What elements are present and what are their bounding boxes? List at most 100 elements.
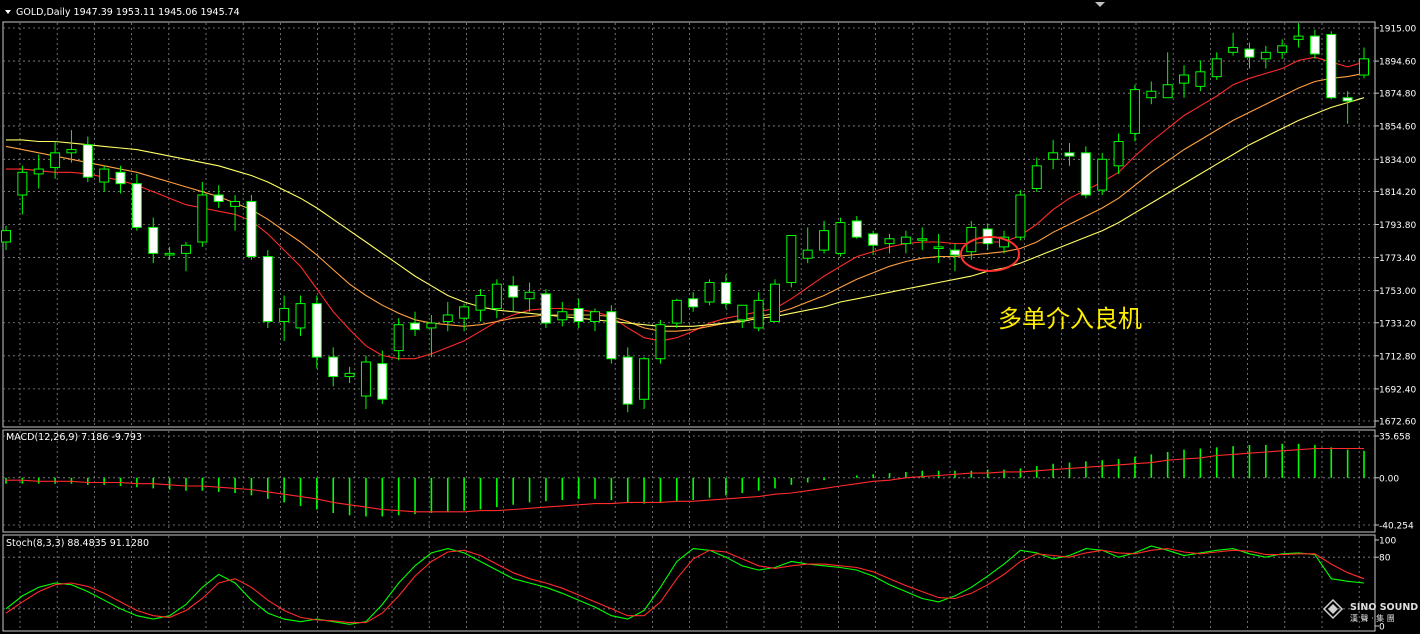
candle-body-bearish [1342,97,1353,102]
candlestick [769,279,780,322]
candle-body-bearish [949,249,960,256]
candle-body-bullish [442,314,453,322]
candle-body-bullish [819,230,830,251]
candle-body-bullish [180,244,191,254]
candle-body-bullish [279,307,290,322]
candle-body-bullish [1228,46,1239,53]
candle-body-bullish [230,200,241,207]
candle-body-bullish [1015,194,1026,238]
macd-header-text: MACD(12,26,9) 7.186 -9.793 [6,432,142,443]
candlestick [1129,84,1140,142]
candle-body-bearish [246,200,257,258]
tick-label: 1874.80 [1379,90,1416,100]
candlestick [1097,152,1108,195]
candle-body-bullish [50,152,61,168]
candlestick [262,250,273,328]
tick-label: 80 [1379,554,1391,564]
candle-body-bearish [720,282,731,305]
candle-body-bullish [1113,140,1124,167]
trading-chart[interactable]: 1915.00 1894.60 1874.80 1854.60 1834.00 1814.… [0,0,1420,634]
candle-body-bullish [33,168,44,175]
candle-body-bullish [1260,51,1271,60]
candle-body-bullish [344,372,355,378]
candle-body-bullish [1293,35,1304,40]
candle-body-bullish [1031,165,1042,190]
candle-body-bullish [900,236,911,245]
candle-body-bearish [1244,48,1255,58]
candle-body-bullish [671,299,682,324]
candle-body-bullish [769,283,780,322]
watermark-line1: SINO SOUND [1350,602,1418,613]
candle-body-bullish [99,168,110,183]
price-header[interactable]: GOLD,Daily 1947.39 1953.11 1945.06 1945.… [5,7,240,18]
chart-background [0,0,1420,634]
tick-label: 1834.00 [1379,156,1416,166]
candle-body-bullish [802,249,813,259]
watermark-line2: 漢 聲 · 集 團 [1350,613,1395,623]
candle-body-bullish [704,282,715,303]
candle-body-bearish [148,226,159,254]
candle-body-bullish [1277,45,1288,53]
candle-body-bullish [1211,58,1222,78]
price-header-text: GOLD,Daily 1947.39 1953.11 1945.06 1945.… [16,7,240,18]
tick-label: 35.658 [1379,433,1411,443]
candle-body-bearish [868,233,879,246]
candle-body-bullish [426,322,437,329]
candle-body-bearish [508,285,519,298]
candle-body-bullish [933,246,944,249]
candle-body-bullish [1048,152,1059,160]
candlestick [835,217,846,257]
candle-body-bullish [786,235,797,284]
candle-body-bullish [557,311,568,321]
candle-body-bullish [753,299,764,329]
candle-body-bullish [590,311,601,322]
tick-label: 1915.00 [1379,25,1416,35]
candle-body-bearish [131,183,142,228]
tick-label: 100 [1379,537,1396,547]
candle-body-bearish [328,356,339,378]
candle-body-bearish [82,144,93,178]
tick-label: 0 [1379,623,1385,633]
candle-body-bullish [835,222,846,254]
candle-body-bullish [393,324,404,352]
candle-body-bearish [410,322,421,331]
candlestick [704,279,715,306]
candlestick [786,235,797,288]
candle-body-bearish [311,303,322,358]
candle-body-bullish [1162,84,1173,99]
candle-body-bullish [491,283,502,309]
candle-body-bearish [540,293,551,324]
tick-label: 1793.80 [1379,221,1416,231]
candle-body-bearish [213,194,224,202]
candle-body-bullish [360,361,371,397]
candle-body-bullish [1359,58,1369,76]
candle-body-bullish [917,238,928,241]
candle-body-bearish [573,307,584,322]
candle-body-bullish [1146,90,1157,99]
candle-body-bullish [524,291,535,300]
candle-body-bullish [1097,158,1108,191]
candle-body-bullish [1,230,11,243]
candlestick [655,319,666,364]
candle-body-bearish [115,171,126,185]
candle-body-bullish [884,238,895,245]
candle-body-bullish [737,304,748,321]
candle-body-bearish [1064,152,1075,157]
tick-label: 1894.60 [1379,58,1416,68]
candle-body-bullish [655,324,666,360]
candle-body-bearish [606,311,617,360]
candle-body-bullish [1179,74,1190,84]
candle-body-bullish [459,306,470,319]
annotation-text: 多单介入良机 [998,305,1142,333]
candle-body-bearish [1080,152,1091,196]
candle-body-bullish [17,171,28,196]
tick-label: 1672.60 [1379,418,1416,428]
candle-body-bearish [1309,35,1320,55]
candle-body-bearish [622,356,633,405]
candle-body-bullish [639,358,650,400]
candle-body-bullish [164,252,175,256]
candlestick [1326,31,1337,100]
candle-body-bearish [688,298,699,308]
candlestick [1080,146,1091,199]
candlestick [606,305,617,364]
